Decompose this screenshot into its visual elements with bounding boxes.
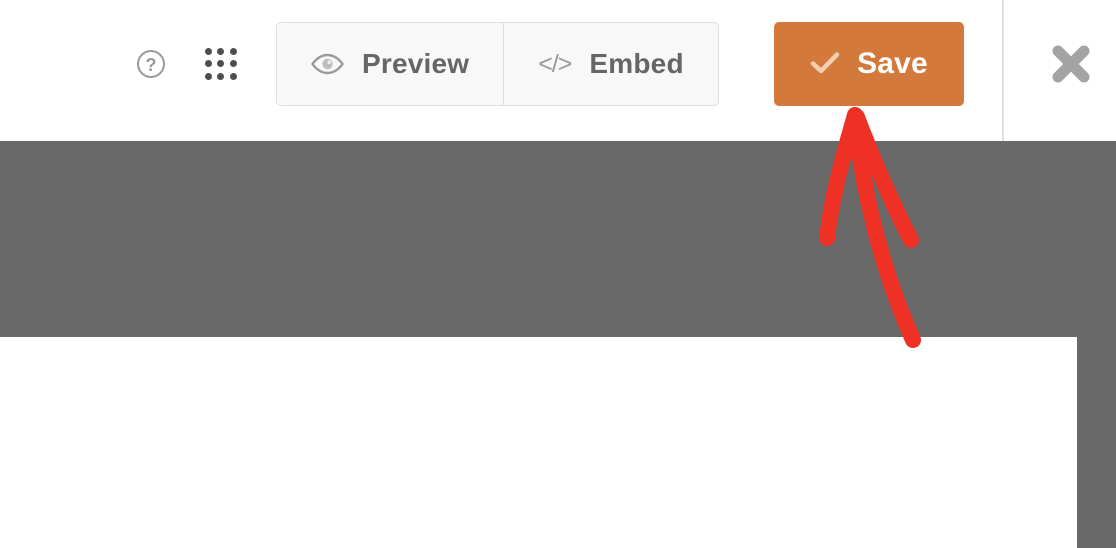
screenshot-stage: ? Preview </> Embed Save xyxy=(0,0,1116,548)
check-icon xyxy=(810,51,840,78)
modal-backdrop xyxy=(0,141,1116,548)
question-circle-icon: ? xyxy=(137,50,165,78)
grid-dot xyxy=(205,72,212,80)
content-panel xyxy=(0,337,1077,548)
save-button-label: Save xyxy=(857,47,928,80)
code-brackets-icon: </> xyxy=(538,49,572,78)
form-builder-toolbar: ? Preview </> Embed Save xyxy=(0,0,1116,141)
toolbar-divider xyxy=(1002,0,1004,141)
grid-dot xyxy=(229,48,237,55)
grid-dot xyxy=(217,48,225,55)
grid-dot xyxy=(205,60,212,68)
close-x-icon xyxy=(1052,45,1090,83)
grid-dot xyxy=(217,60,225,68)
grid-dot xyxy=(205,48,212,55)
close-button[interactable] xyxy=(1049,42,1093,86)
preview-embed-button-group: Preview </> Embed xyxy=(276,22,719,106)
embed-button[interactable]: </> Embed xyxy=(503,23,718,105)
grid-dot xyxy=(217,72,225,80)
eye-icon xyxy=(311,53,344,75)
embed-button-label: Embed xyxy=(589,48,684,79)
svg-text:?: ? xyxy=(146,55,157,75)
grid-dot xyxy=(229,72,237,80)
save-button[interactable]: Save xyxy=(774,22,964,106)
preview-button[interactable]: Preview xyxy=(277,23,504,105)
grid-dots-icon[interactable] xyxy=(205,48,238,81)
help-icon[interactable]: ? xyxy=(136,49,166,79)
preview-button-label: Preview xyxy=(362,48,470,79)
grid-dot xyxy=(229,60,237,68)
